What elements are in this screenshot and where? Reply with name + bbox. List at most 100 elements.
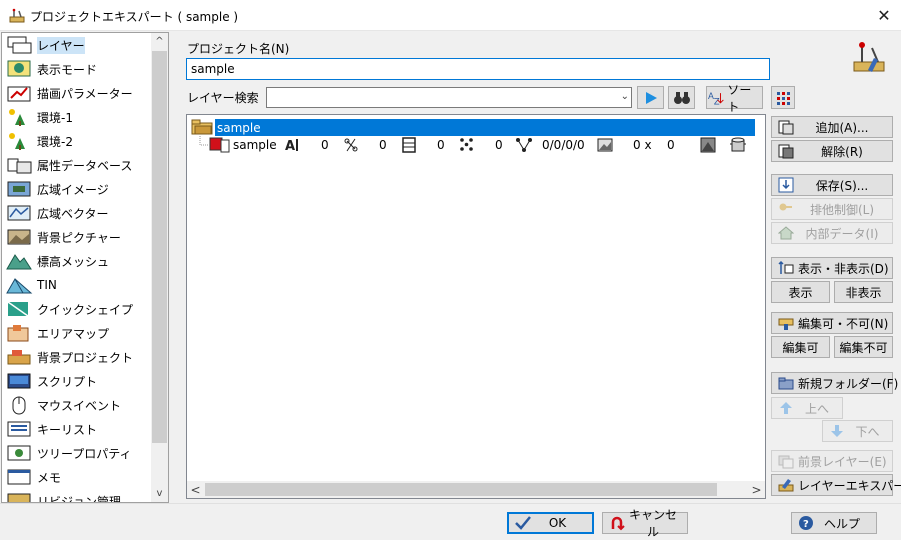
sidebar-item-quick-shape[interactable]: クイックシェイプ — [5, 297, 133, 321]
sidebar-item-revision[interactable]: リビジョン管理 — [5, 489, 121, 502]
sidebar-item-key-list[interactable]: キーリスト — [5, 417, 97, 441]
add-button[interactable]: 追加(A)... — [771, 116, 893, 138]
internal-data-button[interactable]: 内部データ(I) — [771, 222, 893, 244]
point-count: 0 — [495, 138, 503, 152]
help-icon: ? — [799, 516, 813, 530]
help-button[interactable]: ? ヘルプ — [791, 512, 877, 534]
sort-button[interactable]: AZ ソート — [706, 83, 763, 114]
sidebar-item-tree-property[interactable]: ツリープロパティ — [5, 441, 132, 465]
sidebar-item-background-project[interactable]: 背景プロジェクト — [5, 345, 133, 369]
polygon-count: 0 — [437, 138, 445, 152]
text-count: 0 — [321, 138, 329, 152]
binoculars-icon — [673, 91, 690, 104]
grid-dots-icon — [777, 91, 790, 105]
sidebar-item-background-picture[interactable]: 背景ピクチャー — [5, 225, 121, 249]
sidebar-item-mouse-event[interactable]: マウスイベント — [5, 393, 121, 417]
sidebar-item-environment-2[interactable]: 環境-2 — [5, 129, 73, 153]
network-attribute-icon — [516, 138, 532, 152]
tree-hscrollbar[interactable]: < > — [187, 481, 765, 498]
scrollbar-thumb[interactable] — [152, 51, 167, 443]
foreground-layer-button[interactable]: 前景レイヤー(E) — [771, 450, 893, 472]
ok-button[interactable]: OK — [507, 512, 594, 534]
edit-toggle-icon — [778, 318, 794, 330]
background-picture-icon — [7, 229, 31, 245]
edit-toggle-button[interactable]: 編集可・不可(N) — [771, 312, 893, 334]
project-expert-logo-icon — [853, 42, 885, 72]
hscroll-thumb[interactable] — [205, 483, 717, 496]
cancel-button[interactable]: キャンセル — [602, 508, 688, 539]
tin-icon — [6, 277, 33, 294]
sidebar-item-wide-image[interactable]: 広域イメージ — [5, 177, 109, 201]
find-button[interactable] — [668, 86, 695, 109]
folder-icon — [191, 119, 213, 135]
layout-grid-button[interactable] — [771, 86, 795, 109]
scroll-down-icon[interactable]: v — [151, 485, 168, 502]
exclusive-control-button[interactable]: 排他制御(L) — [771, 198, 893, 220]
show-button[interactable]: 表示 — [771, 281, 830, 303]
scroll-left-icon[interactable]: < — [187, 481, 204, 498]
layer-tree[interactable]: sample sample A 0 0 0 0 0/0/0/0 0 x 0 < … — [186, 114, 766, 499]
save-download-icon — [778, 177, 794, 193]
layer-search-combo[interactable]: ⌄ — [266, 87, 632, 108]
elevation-mesh-icon — [6, 254, 32, 270]
sidebar-item-script[interactable]: スクリプト — [5, 369, 97, 393]
layer-expert-icon — [778, 479, 794, 492]
memo-icon — [7, 469, 31, 485]
project-expert-window: プロジェクトエキスパート ( sample ) ✕ レイヤー 表示モード 描画パ… — [0, 0, 901, 540]
sidebar-item-tin[interactable]: TIN — [5, 273, 57, 297]
play-arrow-icon — [645, 91, 657, 104]
move-up-button[interactable]: 上へ — [771, 397, 843, 419]
sidebar-item-display-mode[interactable]: 表示モード — [5, 57, 97, 81]
environment-icon — [9, 109, 25, 126]
image-count: 0 x — [633, 138, 652, 152]
move-down-button[interactable]: 下へ — [822, 420, 893, 442]
environment-icon — [9, 133, 25, 150]
tree-connector-icon — [199, 136, 209, 146]
title-bar: プロジェクトエキスパート ( sample ) ✕ — [0, 0, 901, 31]
close-button[interactable]: ✕ — [867, 0, 901, 31]
sidebar-item-draw-params[interactable]: 描画パラメーター — [5, 81, 133, 105]
raster-attribute-icon — [700, 137, 716, 153]
tree-root-node[interactable]: sample — [191, 119, 755, 136]
layer-color-icon — [209, 137, 230, 153]
scroll-up-icon[interactable]: ^ — [151, 33, 168, 50]
network-count: 0/0/0/0 — [542, 138, 585, 152]
background-project-icon — [7, 350, 31, 365]
sidebar-item-wide-vector[interactable]: 広域ベクター — [5, 201, 109, 225]
new-folder-icon — [778, 377, 794, 390]
save-button[interactable]: 保存(S)... — [771, 174, 893, 196]
layer-search-label: レイヤー検索 — [187, 91, 259, 105]
not-editable-button[interactable]: 編集不可 — [834, 336, 893, 358]
sidebar-item-memo[interactable]: メモ — [5, 465, 61, 489]
tree-selection-highlight — [215, 119, 755, 136]
show-hide-button[interactable]: 表示・非表示(D) — [771, 257, 893, 279]
new-folder-button[interactable]: 新規フォルダー(F) — [771, 372, 898, 394]
text-attribute-icon: A — [285, 139, 298, 154]
tree-property-icon — [7, 445, 31, 461]
script-icon — [7, 373, 31, 389]
layer-expert-button[interactable]: レイヤーエキスパート — [771, 474, 901, 496]
sidebar-scrollbar[interactable]: ^ v — [151, 33, 168, 502]
sidebar-item-layer[interactable]: レイヤー — [5, 33, 85, 57]
sort-label: ソート — [727, 82, 752, 114]
house-icon — [778, 226, 794, 240]
sidebar-item-environment-1[interactable]: 環境-1 — [5, 105, 73, 129]
checkmark-icon — [515, 516, 531, 530]
editable-button[interactable]: 編集可 — [771, 336, 830, 358]
key-icon — [779, 203, 792, 211]
sidebar-item-attribute-db[interactable]: 属性データベース — [5, 153, 132, 177]
line-count: 0 — [379, 138, 387, 152]
remove-button[interactable]: 解除(R) — [771, 140, 893, 162]
search-next-button[interactable] — [637, 86, 664, 109]
project-name-input[interactable] — [186, 58, 770, 80]
scroll-right-icon[interactable]: > — [748, 481, 765, 498]
svg-text:A: A — [285, 139, 295, 154]
revision-icon — [7, 493, 31, 502]
sidebar-item-elevation-mesh[interactable]: 標高メッシュ — [5, 249, 109, 273]
tree-layer-row[interactable]: sample A 0 0 0 0 0/0/0/0 0 x 0 — [187, 136, 765, 154]
footer-divider — [0, 503, 901, 504]
key-list-icon — [7, 421, 31, 437]
hide-button[interactable]: 非表示 — [834, 281, 893, 303]
project-name-label: プロジェクト名(N) — [187, 42, 290, 56]
sidebar-item-area-map[interactable]: エリアマップ — [5, 321, 109, 345]
